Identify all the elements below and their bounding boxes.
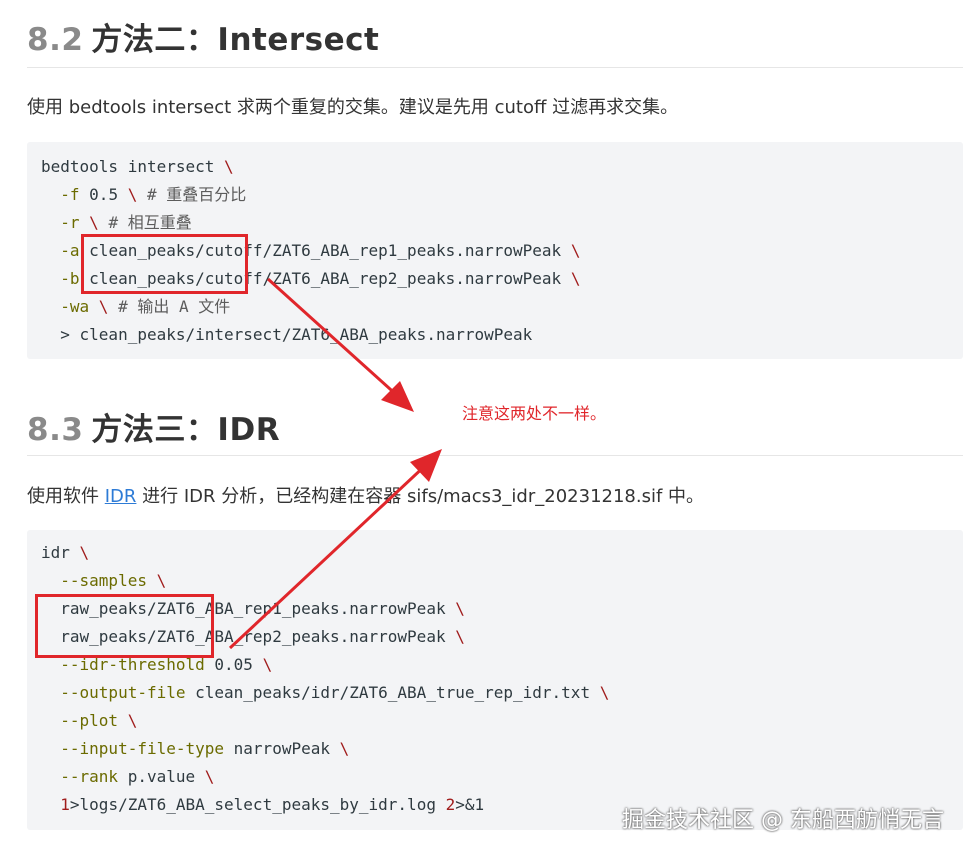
arrow-line-top [266, 277, 402, 400]
watermark: 掘金技术社区 @ 东船西舫悄无言 [622, 808, 944, 833]
arrow-line-bottom [228, 461, 430, 650]
annotation-arrows [228, 277, 442, 650]
annotation-note: 注意这两处不一样。 [462, 404, 607, 423]
